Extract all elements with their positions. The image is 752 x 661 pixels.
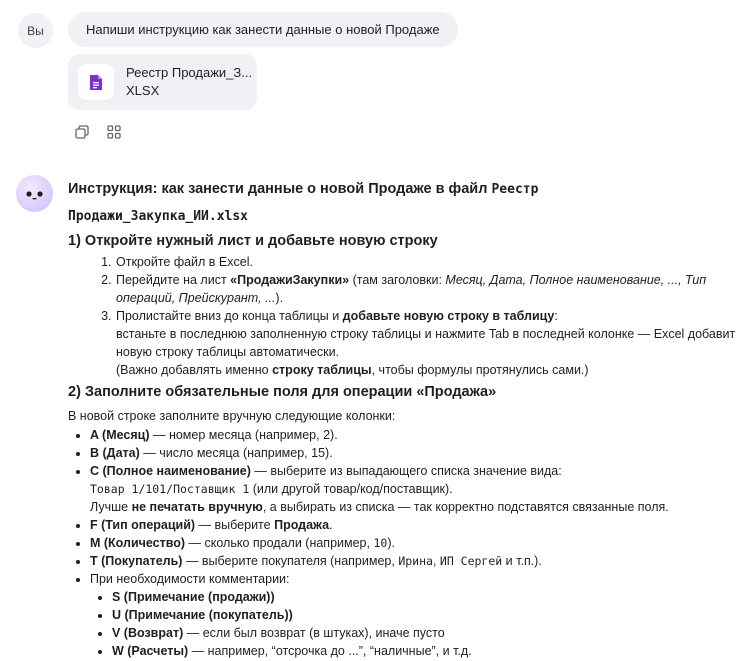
- list-item: C (Полное наименование) — выберите из вы…: [90, 462, 740, 516]
- list-item: W (Расчеты) — например, “отсрочка до ...…: [112, 642, 740, 660]
- section-heading: 2) Заполните обязательные поля для опера…: [68, 384, 497, 400]
- steps-list: Откройте файл в Excel. Перейдите на лист…: [68, 253, 740, 379]
- list-item: B (Дата) — число месяца (например, 15).: [90, 444, 740, 462]
- assistant-avatar: [16, 175, 53, 212]
- list-item: U (Примечание (покупатель)): [112, 606, 740, 624]
- attachment-card[interactable]: Реестр Продажи_З... XLSX: [68, 54, 257, 110]
- copy-icon[interactable]: [74, 124, 90, 140]
- assistant-message: Инструкция: как занести данные о новой П…: [68, 176, 740, 660]
- list-item: Пролистайте вниз до конца таблицы и доба…: [115, 307, 740, 379]
- grid-icon[interactable]: [106, 124, 122, 140]
- list-item: A (Месяц) — номер месяца (например, 2).: [90, 426, 740, 444]
- user-avatar: Вы: [18, 13, 53, 48]
- comments-list: S (Примечание (продажи)) U (Примечание (…: [90, 588, 740, 660]
- answer-title: Инструкция: как занести данные о новой П…: [68, 181, 539, 224]
- document-icon: [78, 64, 114, 100]
- list-item: S (Примечание (продажи)): [112, 588, 740, 606]
- section-heading: 1) Откройте нужный лист и добавьте новую…: [68, 233, 438, 249]
- list-item: T (Покупатель) — выберите покупателя (на…: [90, 552, 740, 570]
- user-message: Напиши инструкцию как занести данные о н…: [68, 12, 458, 47]
- columns-list: A (Месяц) — номер месяца (например, 2). …: [68, 426, 740, 660]
- list-item: При необходимости комментарии: S (Примеч…: [90, 570, 740, 660]
- list-item: Перейдите на лист «ПродажиЗакупки» (там …: [115, 271, 740, 307]
- list-item: F (Тип операций) — выберите Продажа.: [90, 516, 740, 534]
- attachment-type: XLSX: [126, 83, 160, 98]
- list-item: V (Возврат) — если был возврат (в штуках…: [112, 624, 740, 642]
- section-intro: В новой строке заполните вручную следующ…: [68, 409, 396, 423]
- attachment-name: Реестр Продажи_З...: [126, 65, 253, 80]
- list-item: Откройте файл в Excel.: [115, 253, 740, 271]
- list-item: M (Количество) — сколько продали (наприм…: [90, 534, 740, 552]
